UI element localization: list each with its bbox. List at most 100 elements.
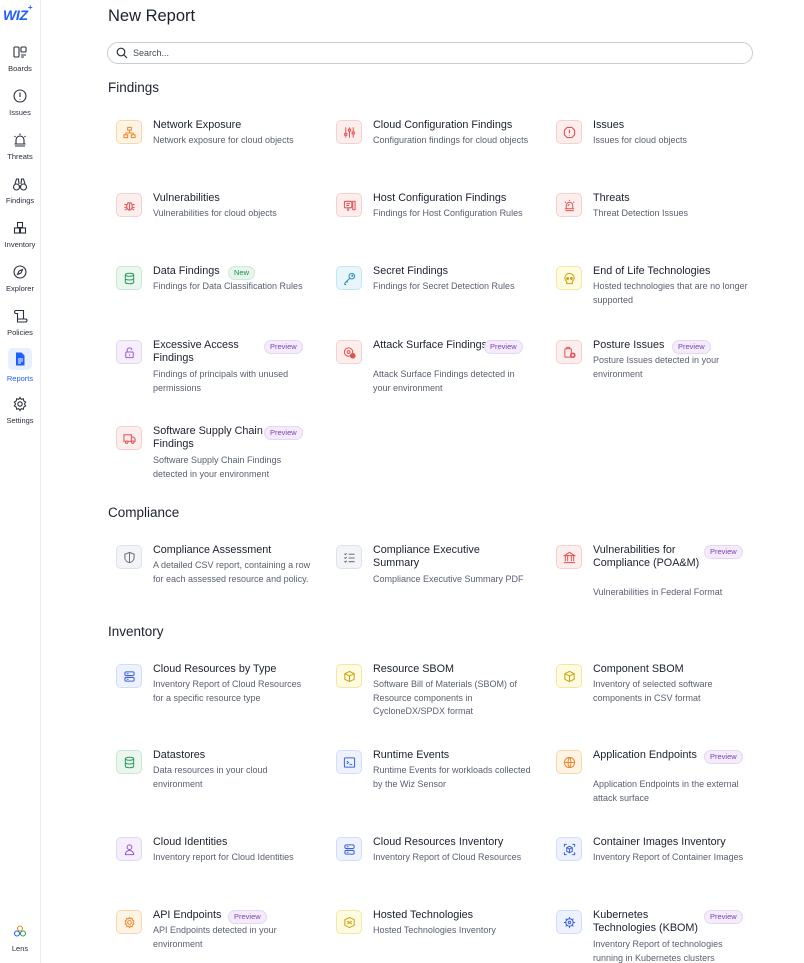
report-card-application-endpoints[interactable]: Application Endpoints Preview Applicatio… <box>548 749 753 810</box>
sidebar-item-settings[interactable]: Settings <box>0 396 40 436</box>
report-card-kubernetes-technologies[interactable]: Kubernetes Technologies (KBOM) Preview I… <box>548 909 753 963</box>
card-title: Container Images Inventory <box>593 836 726 848</box>
report-card-attack-surface-findings[interactable]: Attack Surface Findings Preview Attack S… <box>328 339 533 400</box>
sidebar-item-label: Findings <box>5 196 35 205</box>
report-card-data-findings[interactable]: Data Findings New Findings for Data Clas… <box>108 265 313 326</box>
card-title: End of Life Technologies <box>593 265 711 277</box>
report-card-end-of-life-technologies[interactable]: End of Life Technologies Hosted technolo… <box>548 265 753 326</box>
sidebar: WIZ+ Boards Issues Threats Findings Inve… <box>0 0 41 963</box>
report-card-vulnerabilities-for-compliance[interactable]: Vulnerabilities for Compliance (POA&M) P… <box>548 544 753 605</box>
reports-icon <box>16 352 25 366</box>
search-bar[interactable] <box>107 42 753 64</box>
report-card-cloud-configuration-findings[interactable]: Cloud Configuration Findings Configurati… <box>328 119 533 180</box>
sidebar-item-label: Policies <box>7 328 33 337</box>
bank-icon <box>556 545 582 569</box>
user-icon <box>116 837 142 861</box>
report-card-datastores[interactable]: Datastores Data resources in your cloud … <box>108 749 313 810</box>
report-card-cloud-identities[interactable]: Cloud Identities Inventory report for Cl… <box>108 836 313 897</box>
report-card-host-configuration-findings[interactable]: Host Configuration Findings Findings for… <box>328 192 533 253</box>
terminal-icon <box>336 750 362 774</box>
truck-icon <box>116 426 142 450</box>
sidebar-item-label: Inventory <box>4 240 36 249</box>
report-card-hosted-technologies[interactable]: Hosted Technologies Hosted Technologies … <box>328 909 533 963</box>
report-card-compliance-assessment[interactable]: Compliance Assessment A detailed CSV rep… <box>108 544 313 605</box>
page-title: New Report <box>108 7 196 25</box>
card-title: Resource SBOM <box>373 663 455 675</box>
report-card-posture-issues[interactable]: Posture Issues Preview Posture Issues de… <box>548 339 753 400</box>
sidebar-item-boards[interactable]: Boards <box>0 44 40 84</box>
report-card-threats[interactable]: Threats Threat Detection Issues <box>548 192 753 253</box>
posture-icon <box>556 340 582 364</box>
card-title: Application Endpoints <box>593 749 697 761</box>
sliders-icon <box>336 120 362 144</box>
report-card-excessive-access-findings[interactable]: Excessive Access Findings Preview Findin… <box>108 339 313 400</box>
report-card-cloud-resources-inventory[interactable]: Cloud Resources Inventory Inventory Repo… <box>328 836 533 897</box>
preview-badge: Preview <box>228 910 267 924</box>
sidebar-item-label: Reports <box>6 374 34 383</box>
lens-icon <box>13 925 27 937</box>
card-title: Secret Findings <box>373 265 449 277</box>
server-icon <box>336 837 362 861</box>
report-card-vulnerabilities[interactable]: Vulnerabilities Vulnerabilities for clou… <box>108 192 313 253</box>
sidebar-item-findings[interactable]: Findings <box>0 176 40 216</box>
sidebar-item-policies[interactable]: Policies <box>0 308 40 348</box>
report-card-runtime-events[interactable]: Runtime Events Runtime Events for worklo… <box>328 749 533 810</box>
search-icon <box>116 47 128 59</box>
globe-icon <box>556 750 582 774</box>
card-title: Vulnerabilities for Compliance (POA&M) <box>593 544 700 569</box>
card-title: Cloud Resources by Type <box>153 663 277 675</box>
shield-icon <box>116 545 142 569</box>
report-card-network-exposure[interactable]: Network Exposure Network exposure for cl… <box>108 119 313 180</box>
sidebar-item-label: Settings <box>6 416 34 425</box>
card-description: Network exposure for cloud objects <box>153 135 294 145</box>
sidebar-item-issues[interactable]: Issues <box>0 88 40 128</box>
card-description: Configuration findings for cloud objects <box>373 135 529 145</box>
threats-icon <box>14 133 26 147</box>
card-description: A detailed CSV report, containing a row … <box>153 560 311 584</box>
report-card-software-supply-chain-findings[interactable]: Software Supply Chain Findings Preview S… <box>108 425 313 486</box>
package-icon <box>336 664 362 688</box>
card-description: Data resources in your cloud environment <box>153 765 268 789</box>
card-description: Inventory Report of technologies running… <box>593 939 723 963</box>
card-title: Software Supply Chain Findings <box>153 425 263 450</box>
issues-icon <box>13 89 27 103</box>
card-title: Compliance Executive Summary <box>373 544 480 569</box>
report-card-resource-sbom[interactable]: Resource SBOM Software Bill of Materials… <box>328 663 533 724</box>
search-input[interactable] <box>133 45 733 61</box>
preview-badge: Preview <box>264 340 303 354</box>
card-description: Inventory report for Cloud Identities <box>153 852 294 862</box>
report-card-component-sbom[interactable]: Component SBOM Inventory of selected sof… <box>548 663 753 724</box>
host-config-icon <box>336 193 362 217</box>
card-description: Inventory Report of Cloud Resources <box>373 852 522 862</box>
report-card-cloud-resources-by-type[interactable]: Cloud Resources by Type Inventory Report… <box>108 663 313 724</box>
sidebar-item-label: Explorer <box>6 284 34 293</box>
card-title: Attack Surface Findings <box>373 339 488 351</box>
report-card-container-images-inventory[interactable]: Container Images Inventory Inventory Rep… <box>548 836 753 897</box>
findings-icon <box>12 178 28 191</box>
sidebar-item-inventory[interactable]: Inventory <box>0 220 40 260</box>
card-description: Runtime Events for workloads collected b… <box>373 765 531 789</box>
sidebar-item-lens[interactable]: Lens <box>0 924 40 963</box>
section-title-compliance: Compliance <box>108 505 180 520</box>
report-card-api-endpoints[interactable]: API Endpoints Preview API Endpoints dete… <box>108 909 313 963</box>
report-card-secret-findings[interactable]: Secret Findings Findings for Secret Dete… <box>328 265 533 326</box>
card-description: Vulnerabilities for cloud objects <box>153 208 277 218</box>
reports-icon-wrap <box>8 348 32 370</box>
sidebar-item-threats[interactable]: Threats <box>0 132 40 172</box>
report-card-issues[interactable]: Issues Issues for cloud objects <box>548 119 753 180</box>
report-card-compliance-executive-summary[interactable]: Compliance Executive Summary Compliance … <box>328 544 533 605</box>
card-title: Runtime Events <box>373 749 450 761</box>
card-description: Application Endpoints in the external at… <box>593 779 739 803</box>
sidebar-item-explorer[interactable]: Explorer <box>0 264 40 304</box>
card-description: Posture Issues detected in your environm… <box>593 355 720 379</box>
section-title-findings: Findings <box>108 80 160 95</box>
sidebar-item-reports[interactable]: Reports <box>0 348 40 388</box>
server-icon <box>116 664 142 688</box>
checklist-icon <box>336 545 362 569</box>
card-title: Cloud Resources Inventory <box>373 836 504 848</box>
sidebar-item-label: Lens <box>11 944 29 953</box>
card-description: Hosted Technologies Inventory <box>373 925 496 935</box>
wiz-logo[interactable]: WIZ+ <box>3 3 32 23</box>
network-icon <box>116 120 142 144</box>
sidebar-item-label: Threats <box>7 152 33 161</box>
